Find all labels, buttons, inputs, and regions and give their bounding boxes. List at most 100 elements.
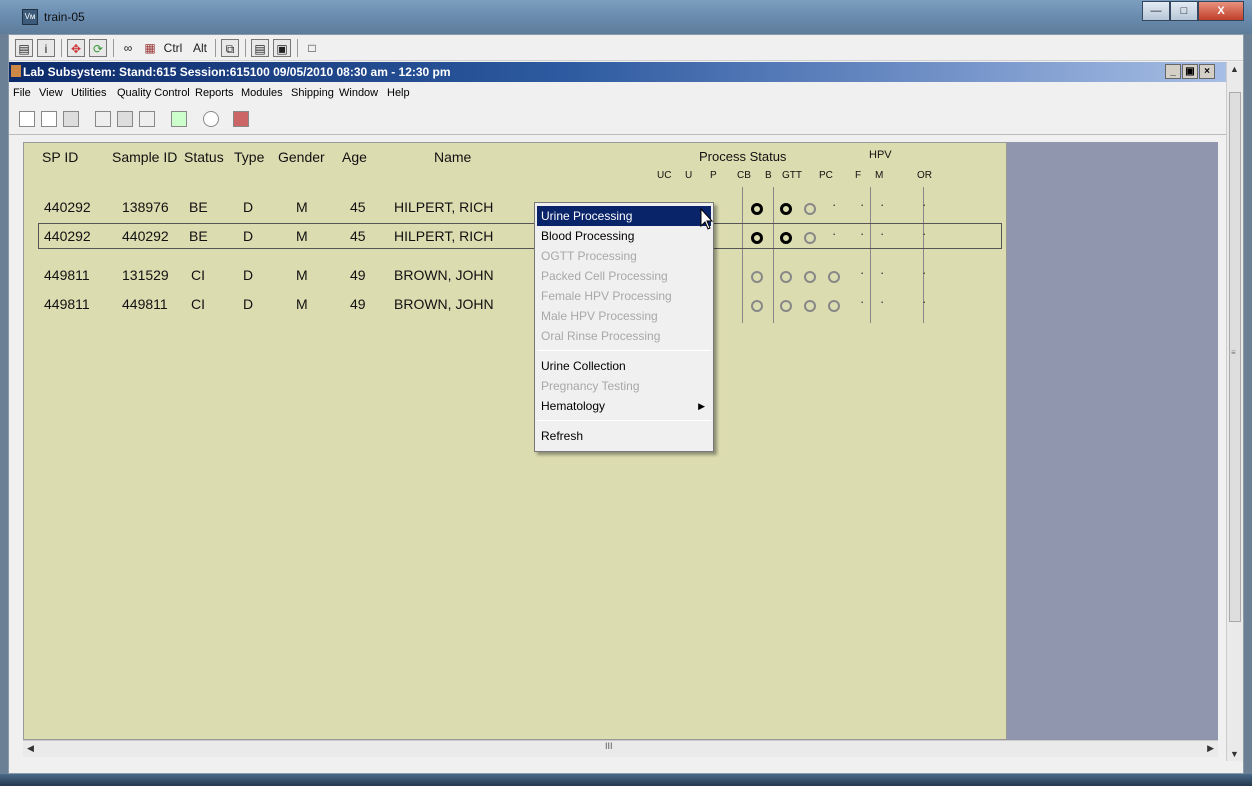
link-icon[interactable]: ∞ <box>119 39 137 57</box>
menu-item-urine-collection[interactable]: Urine Collection <box>537 356 711 376</box>
menu-view[interactable]: View <box>39 87 63 99</box>
mdi-close-button[interactable]: × <box>1199 64 1215 79</box>
submenu-arrow-icon: ▶ <box>698 401 705 411</box>
cell-gender: M <box>296 296 308 312</box>
cell-age: 45 <box>350 228 366 244</box>
cell-sp-id: 440292 <box>44 228 91 244</box>
mdi-title: Lab Subsystem: Stand:615 Session:615100 … <box>23 65 451 79</box>
help-icon[interactable] <box>203 111 219 127</box>
col-process-status: Process Status <box>699 149 787 164</box>
status-pc-icon <box>828 271 840 283</box>
menu-shipping[interactable]: Shipping <box>291 87 334 99</box>
menu-modules[interactable]: Modules <box>241 87 283 99</box>
scroll-down-icon[interactable]: ▼ <box>1230 749 1239 759</box>
menu-utilities[interactable]: Utilities <box>71 87 106 99</box>
cell-name: HILPERT, RICH <box>394 199 494 215</box>
maximize-button[interactable]: □ <box>1170 1 1198 21</box>
filter-icon[interactable] <box>139 111 155 127</box>
sub-cb: CB <box>737 170 751 181</box>
col-status: Status <box>184 149 224 165</box>
exit-icon[interactable] <box>233 111 249 127</box>
horizontal-scrollbar[interactable]: ◀ III ▶ <box>23 740 1218 757</box>
status-cb-icon <box>751 232 763 244</box>
menu-item-urine-processing[interactable]: Urine Processing <box>537 206 711 226</box>
document-icon[interactable]: ▤ <box>251 39 269 57</box>
status-pc-icon: · <box>832 197 837 212</box>
window-title: train-05 <box>44 10 85 24</box>
info-icon[interactable]: i <box>37 39 55 57</box>
cell-age: 49 <box>350 267 366 283</box>
sub-pc: PC <box>819 170 833 181</box>
status-b-icon <box>780 300 792 312</box>
toolbar-separator <box>297 39 298 57</box>
cell-status: CI <box>191 296 205 312</box>
app-icon[interactable]: Vᴍ <box>22 9 38 25</box>
grid-divider <box>742 187 743 323</box>
status-gtt-icon <box>804 271 816 283</box>
window-controls: — □ X <box>1142 1 1244 21</box>
close-button[interactable]: X <box>1198 1 1244 21</box>
cell-type: D <box>243 267 254 283</box>
module-toolbar <box>9 105 1237 135</box>
resize-icon[interactable]: □ <box>303 39 321 57</box>
menu-item-refresh[interactable]: Refresh <box>537 426 711 446</box>
toolbar-separator <box>245 39 246 57</box>
grid-divider <box>870 187 871 323</box>
menu-item-blood-processing[interactable]: Blood Processing <box>537 226 711 246</box>
clipboard-icon[interactable] <box>41 111 57 127</box>
status-or-icon: · <box>922 197 927 212</box>
menu-quality-control[interactable]: Quality Control <box>117 87 190 99</box>
properties-icon[interactable]: ▤ <box>15 39 33 57</box>
menu-file[interactable]: File <box>13 87 31 99</box>
vertical-scrollbar[interactable]: ▲ ≡ ▼ <box>1226 62 1243 761</box>
copy-icon[interactable]: ⧉ <box>221 39 239 57</box>
scroll-left-icon[interactable]: ◀ <box>27 743 34 754</box>
scroll-up-icon[interactable]: ▲ <box>1230 64 1239 74</box>
tray-icon[interactable] <box>63 111 79 127</box>
cell-name: HILPERT, RICH <box>394 228 494 244</box>
menu-item-hematology[interactable]: Hematology ▶ <box>537 396 711 416</box>
context-menu: Urine Processing Blood Processing OGTT P… <box>534 202 714 452</box>
status-f-icon: · <box>860 197 865 212</box>
cell-sp-id: 449811 <box>44 296 90 312</box>
sub-p: P <box>710 170 717 181</box>
menu-window[interactable]: Window <box>339 87 378 99</box>
cell-sample-id: 138976 <box>122 199 169 215</box>
taskbar <box>0 774 1252 786</box>
minimize-button[interactable]: — <box>1142 1 1170 21</box>
new-icon[interactable] <box>19 111 35 127</box>
users-icon[interactable] <box>171 111 187 127</box>
ctrl-key-button[interactable]: Ctrl <box>159 39 187 57</box>
menu-reports[interactable]: Reports <box>195 87 234 99</box>
cell-gender: M <box>296 228 308 244</box>
alt-key-button[interactable]: Alt <box>189 39 211 57</box>
cell-status: BE <box>189 199 208 215</box>
sample-grid: SP ID Sample ID Status Type Gender Age N… <box>23 142 1007 740</box>
col-name: Name <box>434 149 472 165</box>
save-icon[interactable]: ▣ <box>273 39 291 57</box>
scroll-right-icon[interactable]: ▶ <box>1207 743 1214 754</box>
status-m-icon: · <box>880 265 885 280</box>
col-hpv: HPV <box>869 149 892 161</box>
cell-age: 49 <box>350 296 366 312</box>
menu-bar: File View Utilities Quality Control Repo… <box>9 83 1237 103</box>
menu-item-oral-rinse-processing: Oral Rinse Processing <box>541 329 661 343</box>
menu-separator <box>537 420 711 421</box>
status-m-icon: · <box>880 226 885 241</box>
col-sp-id: SP ID <box>42 149 79 165</box>
mouse-cursor-icon <box>700 208 714 230</box>
sub-b: B <box>765 170 772 181</box>
scroll-thumb[interactable] <box>1229 92 1241 622</box>
mdi-restore-button[interactable]: ▣ <box>1182 64 1198 79</box>
mdi-minimize-button[interactable]: _ <box>1165 64 1181 79</box>
refresh-icon[interactable]: ⟳ <box>89 39 107 57</box>
list-icon[interactable] <box>117 111 133 127</box>
cell-type: D <box>243 228 254 244</box>
cell-type: D <box>243 296 254 312</box>
menu-help[interactable]: Help <box>387 87 410 99</box>
keyboard-icon[interactable]: ▦ <box>141 39 159 57</box>
pipette-icon[interactable] <box>95 111 111 127</box>
table-row-selected[interactable] <box>38 223 1002 249</box>
menu-item-packed-cell-processing: Packed Cell Processing <box>541 269 668 283</box>
fullscreen-icon[interactable]: ✥ <box>67 39 85 57</box>
